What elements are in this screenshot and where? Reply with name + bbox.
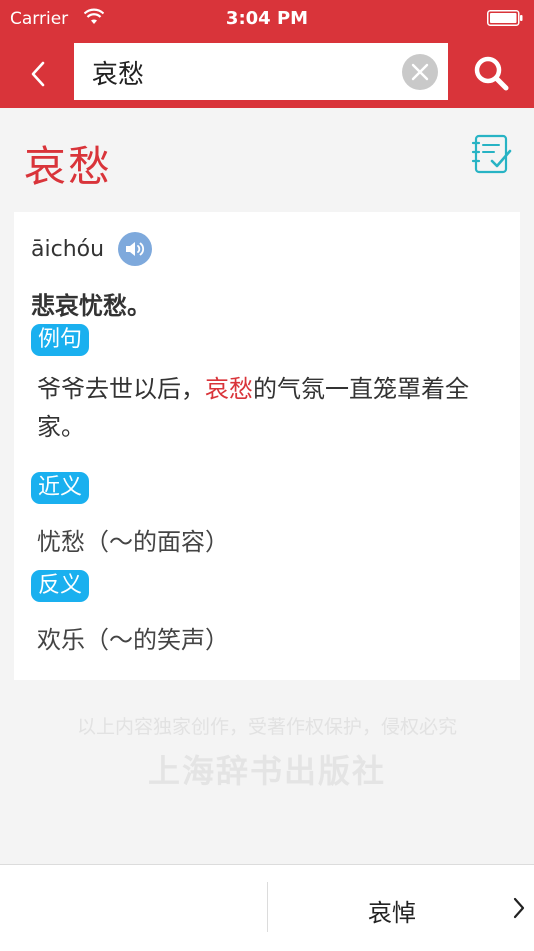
copyright-notice: 以上内容独家创作，受著作权保护，侵权必究 <box>76 716 457 738</box>
example-highlight: 哀愁 <box>205 375 253 403</box>
example-sentence: 爷爷去世以后，哀愁的气氛一直笼罩着全家。 <box>37 370 507 446</box>
pronounce-button[interactable] <box>118 232 153 266</box>
battery-icon <box>487 10 523 26</box>
synonym-tag: 近义 <box>31 472 90 504</box>
antonym-tag: 反义 <box>31 570 90 602</box>
clear-button[interactable] <box>402 54 438 90</box>
example-text-before: 爷爷去世以后， <box>37 375 205 403</box>
search-box <box>74 43 448 102</box>
headword-title: 哀愁 <box>24 142 113 191</box>
example-tag: 例句 <box>31 324 90 356</box>
notebook-check-icon[interactable] <box>470 133 514 175</box>
status-bar: Carrier 3:04 PM <box>0 0 534 40</box>
next-entry-button[interactable]: 哀悼 <box>268 865 534 951</box>
status-time: 3:04 PM <box>225 8 309 29</box>
search-nav-bar <box>0 40 534 108</box>
bottom-nav-bar: 哀悼 <box>0 864 534 951</box>
pinyin-text: āichóu <box>31 236 105 262</box>
entry-card: āichóu 悲哀忧愁。 例句 爷爷去世以后，哀愁的气氛一直笼罩着全家。 近义 … <box>14 212 520 680</box>
search-icon <box>474 56 509 91</box>
search-button[interactable] <box>470 52 512 94</box>
back-button[interactable] <box>20 56 56 92</box>
speaker-icon <box>126 242 145 256</box>
next-entry-label: 哀悼 <box>368 899 416 927</box>
previous-entry-button[interactable] <box>0 865 267 951</box>
chevron-left-icon <box>31 61 45 87</box>
definition-text: 悲哀忧愁。 <box>31 292 151 320</box>
chevron-right-icon <box>513 897 525 919</box>
synonym-text: 忧愁（～的面容） <box>37 528 229 556</box>
clear-icon <box>411 63 429 81</box>
pinyin-row: āichóu <box>31 232 153 266</box>
publisher-watermark: 上海辞书出版社 <box>147 752 386 790</box>
antonym-text: 欢乐（～的笑声） <box>37 626 229 654</box>
search-input[interactable] <box>90 43 394 102</box>
